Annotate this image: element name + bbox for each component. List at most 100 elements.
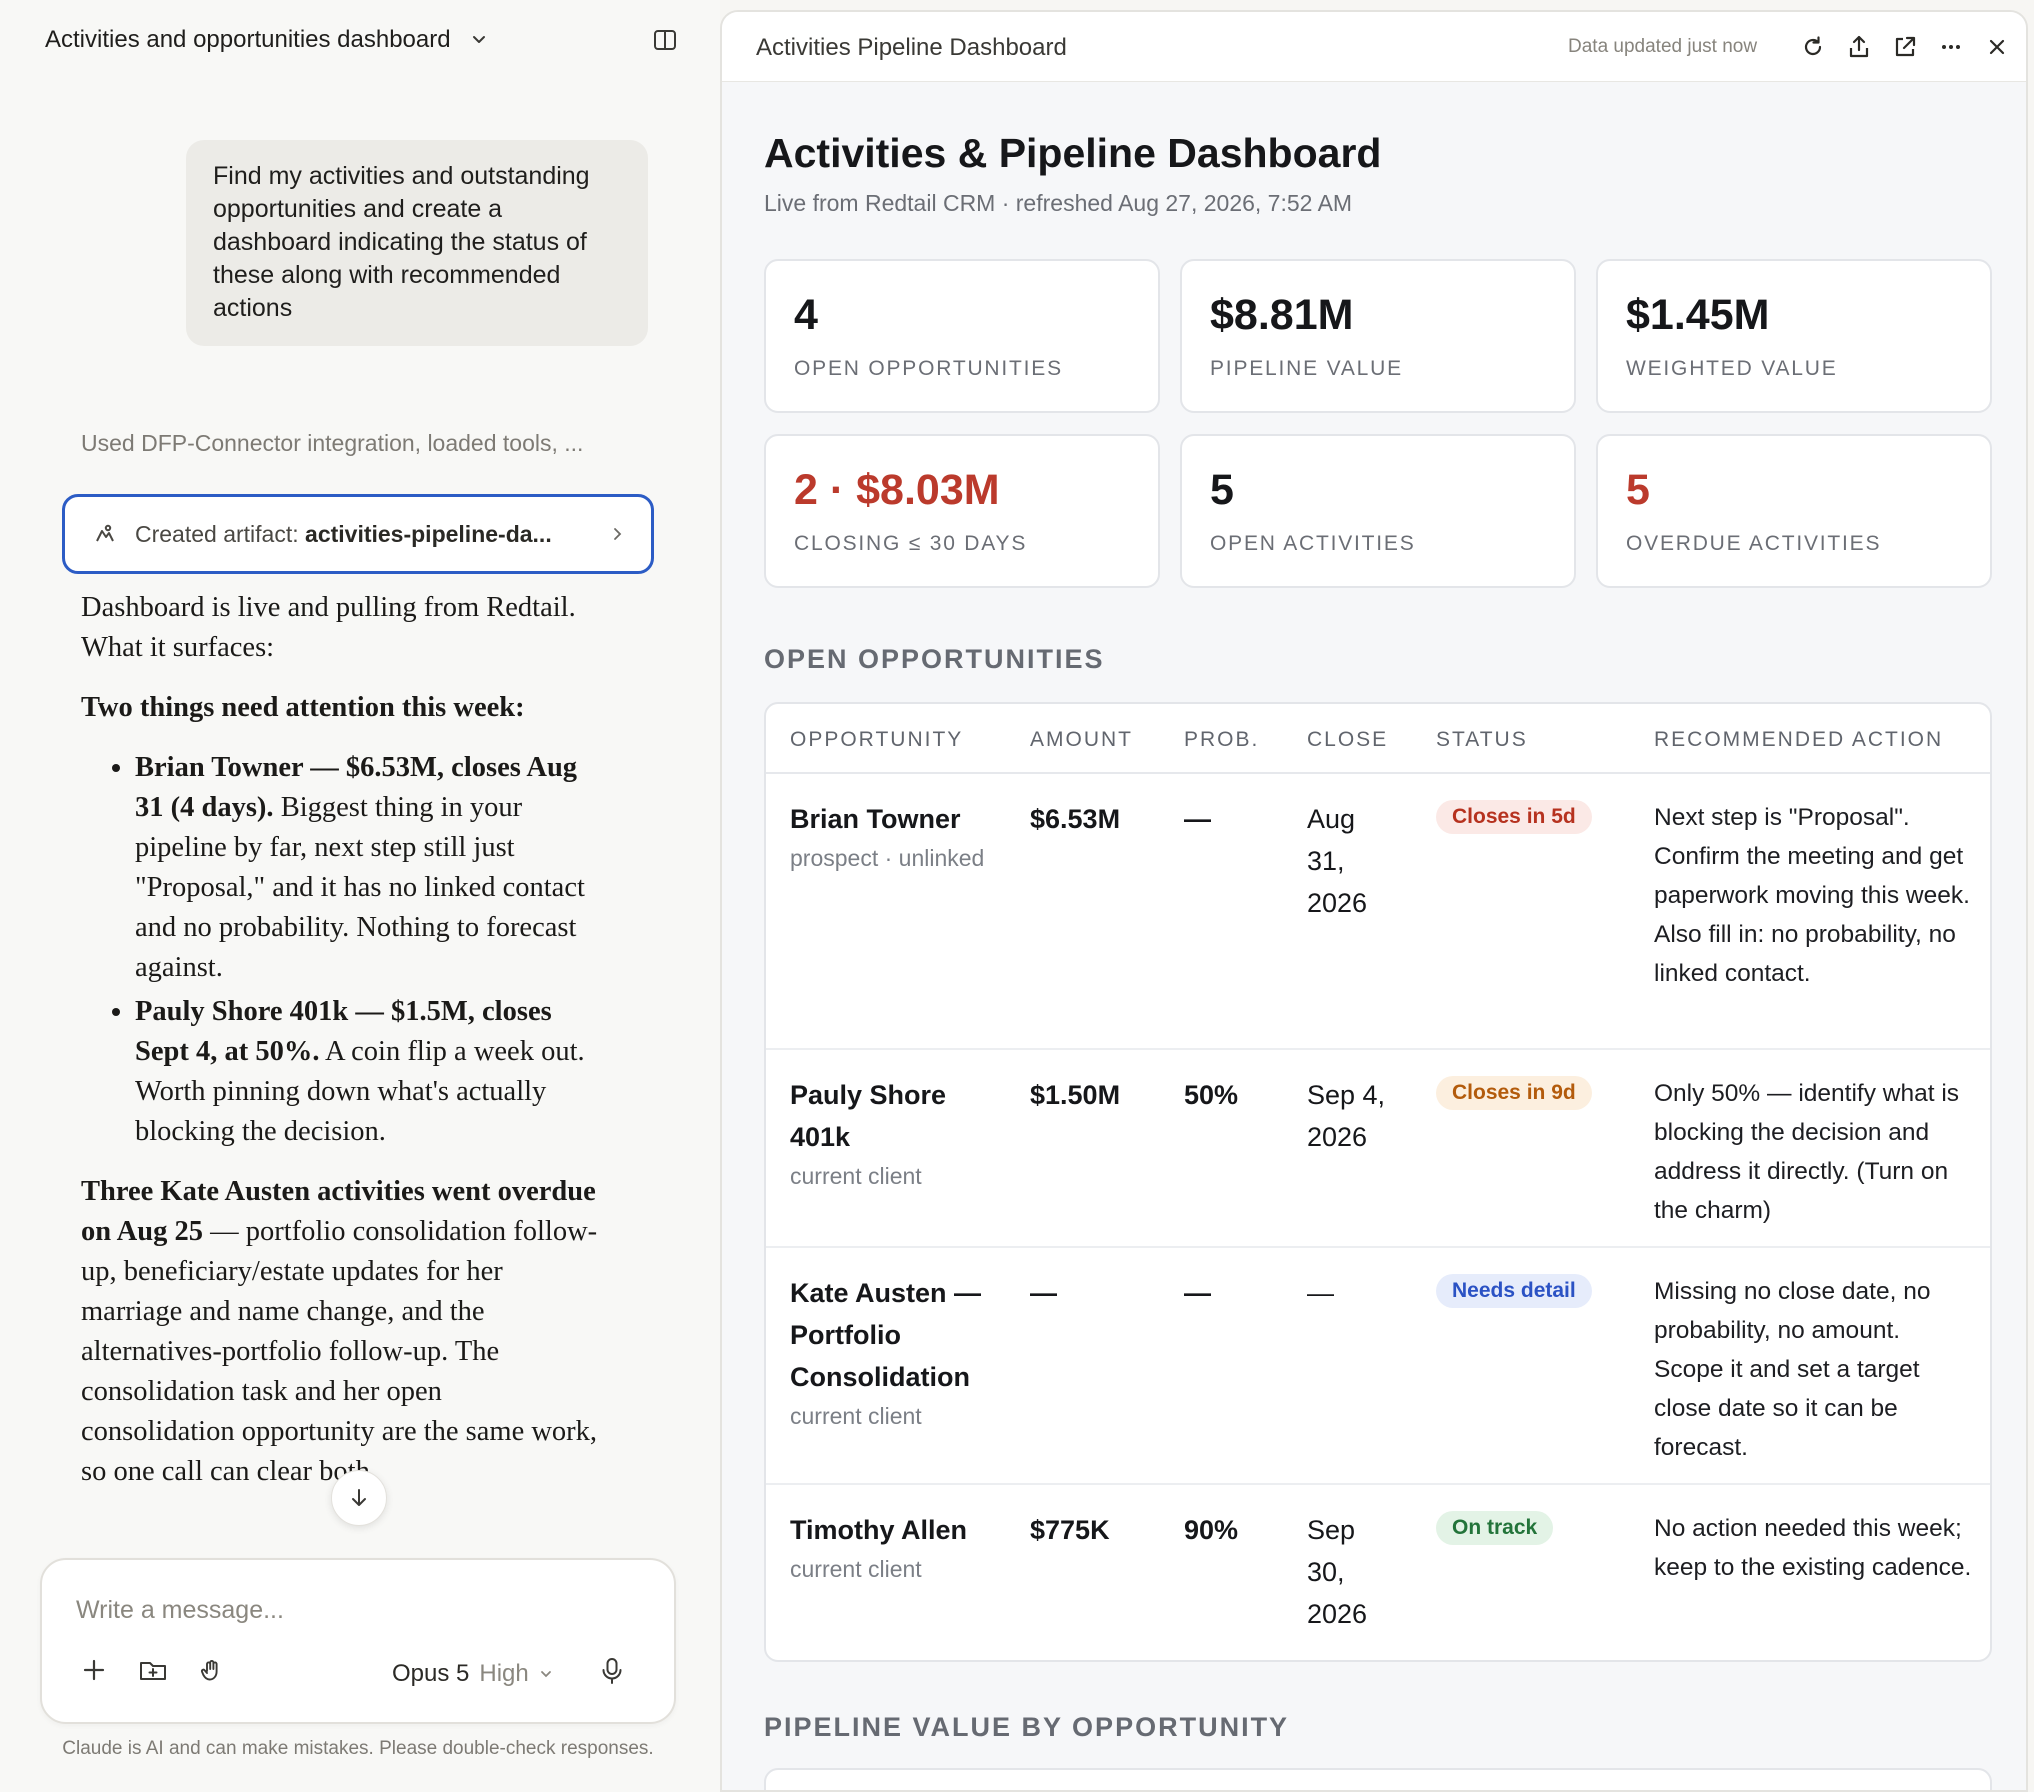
kpi-label: OPEN OPPORTUNITIES [794, 357, 1063, 380]
opportunity-subtext: current client [790, 1163, 922, 1189]
scroll-to-bottom-button[interactable] [331, 1470, 387, 1526]
kpi-label: OVERDUE ACTIVITIES [1626, 532, 1882, 555]
chevron-down-icon [472, 36, 485, 43]
share-icon[interactable] [1846, 34, 1872, 60]
artifact-pane: Activities Pipeline Dashboard Data updat… [720, 10, 2028, 1792]
pipeline-chart-card [764, 1768, 1992, 1790]
opportunity-name: Timothy Allen [790, 1515, 968, 1545]
opportunity-probability: — [1184, 1278, 1211, 1308]
column-header: CLOSE [1307, 728, 1389, 751]
close-icon[interactable] [1984, 34, 2010, 60]
artifact-chip-prefix: Created artifact: [135, 520, 306, 547]
plus-icon[interactable] [80, 1656, 108, 1684]
chat-pane: Activities and opportunities dashboard F… [0, 0, 720, 1792]
kpi-value: 2 · $8.03M [794, 466, 1000, 514]
table-row: Kate Austen — Portfolio Consolidation cur… [766, 1248, 1990, 1485]
kpi-label: OPEN ACTIVITIES [1210, 532, 1416, 555]
microphone-icon[interactable] [598, 1656, 626, 1691]
opportunity-probability: 50% [1184, 1080, 1239, 1110]
opportunity-name: Pauly Shore 401k [790, 1080, 947, 1152]
status-badge: Closes in 9d [1436, 1076, 1592, 1110]
kpi-value: 5 [1210, 466, 1234, 514]
kpi-value: $8.81M [1210, 291, 1354, 339]
opportunity-close-date: Aug 31, 2026 [1307, 804, 1368, 918]
arrow-down-icon [352, 1489, 366, 1506]
conversation-title-button[interactable]: Activities and opportunities dashboard [45, 24, 489, 56]
assistant-message: Dashboard is live and pulling from Redta… [81, 588, 601, 1512]
kpi-label: WEIGHTED VALUE [1626, 357, 1838, 380]
kpi-card: 2 · $8.03M CLOSING ≤ 30 DAYS [764, 434, 1160, 588]
kpi-value: 4 [794, 291, 818, 339]
kpi-card: 5 OPEN ACTIVITIES [1180, 434, 1576, 588]
message-composer[interactable]: Write a message... Opus 5 High [40, 1558, 676, 1724]
opportunity-amount: $1.50M [1030, 1080, 1121, 1110]
data-updated-note: Data updated just now [1568, 36, 1758, 57]
artifact-toolbar: Activities Pipeline Dashboard Data updat… [722, 12, 2026, 82]
table-row: Pauly Shore 401k current client $1.50M 50… [766, 1050, 1990, 1248]
assistant-intro: Dashboard is live and pulling from Redta… [81, 592, 576, 663]
kpi-card: $1.45M WEIGHTED VALUE [1596, 259, 1992, 413]
kpi-card: $8.81M PIPELINE VALUE [1180, 259, 1576, 413]
kpi-label: CLOSING ≤ 30 DAYS [794, 532, 1028, 555]
page-subtitle: Live from Redtail CRM · refreshed Aug 27… [764, 190, 1353, 216]
status-badge: Closes in 5d [1436, 800, 1592, 834]
opportunity-name: Brian Towner [790, 804, 961, 834]
more-icon[interactable] [1938, 34, 1964, 60]
status-badge: On track [1436, 1511, 1554, 1545]
recommended-action: No action needed this week; keep to the … [1654, 1515, 1972, 1581]
opportunities-table: OPPORTUNITY AMOUNT PROB. CLOSE STATUS RE… [764, 702, 1992, 1662]
column-header: OPPORTUNITY [790, 728, 964, 751]
opportunity-subtext: current client [790, 1556, 922, 1582]
hand-icon[interactable] [198, 1656, 226, 1684]
folder-add-icon[interactable] [138, 1656, 168, 1684]
opportunity-amount: $6.53M [1030, 804, 1121, 834]
opportunity-amount: $775K [1030, 1515, 1110, 1545]
status-badge: Needs detail [1436, 1274, 1592, 1308]
opportunity-subtext: current client [790, 1403, 922, 1429]
section-title-opportunities: OPEN OPPORTUNITIES [764, 644, 1105, 674]
chevron-down-icon [540, 1671, 551, 1678]
message-input[interactable]: Write a message... [76, 1596, 284, 1625]
column-header: PROB. [1184, 728, 1260, 751]
ai-disclaimer: Claude is AI and can make mistakes. Plea… [62, 1738, 654, 1759]
opportunity-close-date: — [1307, 1278, 1334, 1308]
assistant-bullets: Brian Towner — $6.53M, closes Aug 31 (4 … [81, 748, 601, 1152]
kpi-value: $1.45M [1626, 291, 1770, 339]
assistant-heading: Two things need attention this week: [81, 692, 525, 723]
opportunity-close-date: Sep 30, 2026 [1307, 1515, 1368, 1629]
recommended-action: Missing no close date, no probability, n… [1654, 1278, 1931, 1461]
effort-level: High [479, 1660, 529, 1687]
model-name: Opus 5 [392, 1660, 470, 1687]
column-header: AMOUNT [1030, 728, 1133, 751]
open-external-icon[interactable] [1892, 34, 1918, 60]
opportunity-probability: — [1184, 804, 1211, 834]
section-title-pipeline-chart: PIPELINE VALUE BY OPPORTUNITY [764, 1712, 1290, 1742]
page-title: Activities & Pipeline Dashboard [764, 130, 1382, 176]
artifact-icon [96, 524, 114, 542]
kpi-card: 4 OPEN OPPORTUNITIES [764, 259, 1160, 413]
opportunity-close-date: Sep 4, 2026 [1307, 1080, 1386, 1152]
recommended-action: Next step is "Proposal". Confirm the mee… [1654, 804, 1970, 987]
user-message: Find my activities and outstanding oppor… [186, 140, 648, 346]
kpi-card: 5 OVERDUE ACTIVITIES [1596, 434, 1992, 588]
model-selector[interactable]: Opus 5 High [392, 1660, 553, 1688]
column-header: RECOMMENDED ACTION [1654, 728, 1944, 751]
opportunity-amount: — [1030, 1278, 1057, 1308]
list-item: Pauly Shore 401k — $1.5M, closes Sept 4,… [135, 992, 601, 1152]
opportunity-name: Kate Austen — Portfolio Consolidation [790, 1278, 982, 1392]
sidebar-toggle-icon[interactable] [652, 27, 678, 58]
recommended-action: Only 50% — identify what is blocking the… [1654, 1080, 1960, 1224]
chevron-right-icon [614, 528, 622, 540]
tool-usage-summary[interactable]: Used DFP-Connector integration, loaded t… [81, 430, 641, 457]
refresh-icon[interactable] [1800, 34, 1826, 60]
table-row: Timothy Allen current client $775K 90% Se… [766, 1485, 1990, 1660]
assistant-paragraph: Three Kate Austen activities went overdu… [81, 1176, 598, 1487]
conversation-title: Activities and opportunities dashboard [45, 26, 451, 53]
artifact-chip[interactable]: Created artifact: activities-pipeline-da… [62, 494, 654, 574]
artifact-window-title: Activities Pipeline Dashboard [756, 34, 1067, 61]
opportunity-probability: 90% [1184, 1515, 1239, 1545]
table-header: OPPORTUNITY AMOUNT PROB. CLOSE STATUS RE… [766, 704, 1990, 774]
kpi-value: 5 [1626, 466, 1650, 514]
artifact-chip-name: activities-pipeline-da... [305, 520, 552, 547]
list-item: Brian Towner — $6.53M, closes Aug 31 (4 … [135, 748, 601, 988]
